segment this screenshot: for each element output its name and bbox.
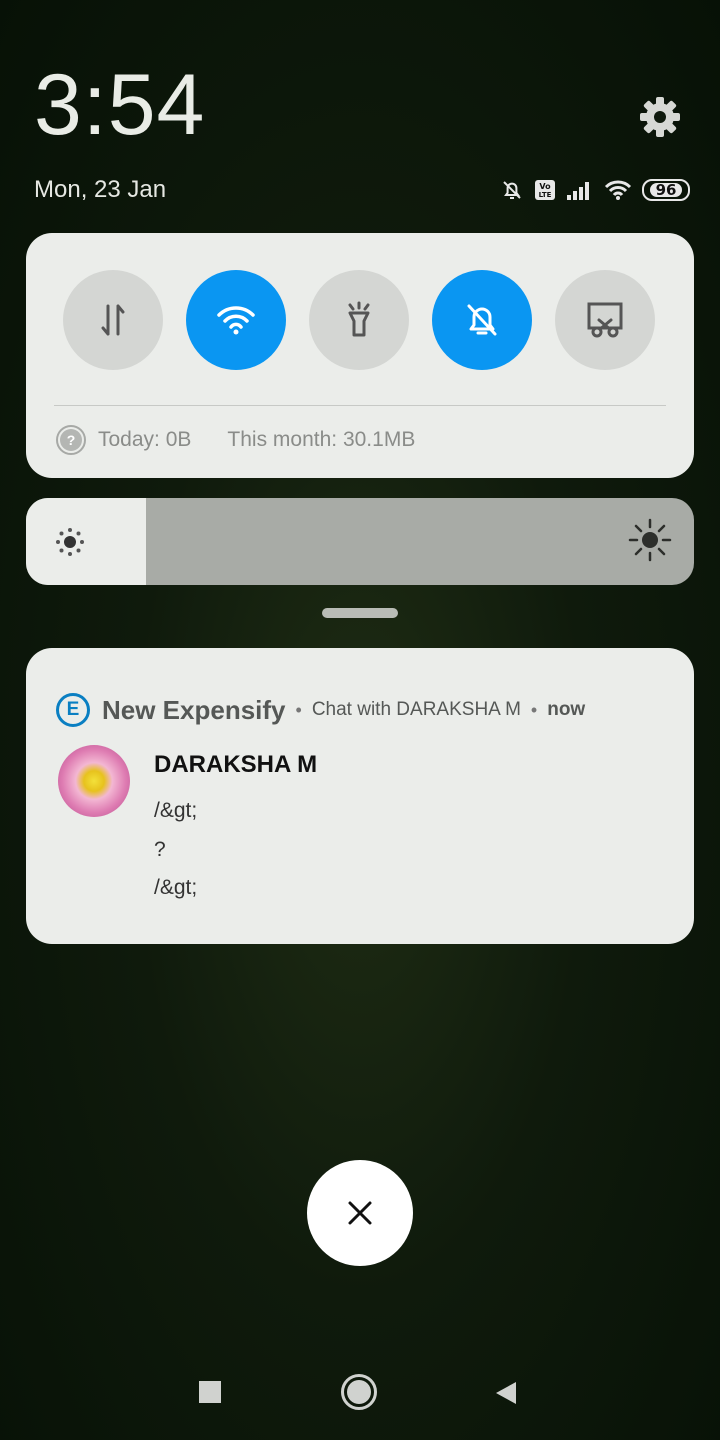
volte-icon: Vo LTE — [535, 180, 555, 200]
brightness-high-icon — [628, 518, 672, 562]
wifi-toggle[interactable] — [186, 270, 286, 370]
app-name: New Expensify — [102, 694, 286, 725]
notification-subtitle: Chat with DARAKSHA M — [311, 699, 521, 720]
status-bar: Vo LTE 96 — [500, 176, 690, 204]
help-icon: ? — [56, 425, 86, 455]
expensify-app-icon: E — [56, 693, 90, 727]
notification-time: now — [547, 699, 586, 720]
flashlight-icon — [348, 301, 370, 337]
settings-gear-icon[interactable] — [636, 93, 684, 141]
notification-card[interactable]: E New Expensify • Chat with DARAKSHA M •… — [26, 648, 694, 944]
svg-text:Vo: Vo — [539, 182, 551, 191]
brightness-low-icon — [56, 528, 84, 556]
data-usage-today: Today: 0B — [98, 428, 192, 451]
battery-level: 96 — [649, 183, 683, 198]
battery-icon: 96 — [642, 179, 690, 201]
avatar — [58, 745, 130, 817]
quick-settings-tiles — [63, 270, 655, 370]
notification-header: E New Expensify • Chat with DARAKSHA M •… — [56, 693, 585, 727]
bell-off-icon — [467, 304, 497, 336]
drag-handle[interactable] — [322, 608, 398, 618]
clear-all-button[interactable] — [307, 1160, 413, 1266]
home-button[interactable] — [341, 1374, 377, 1410]
sender-name: DARAKSHA M — [154, 751, 318, 778]
close-icon — [348, 1201, 372, 1225]
wifi-icon — [217, 306, 255, 335]
message-line: /&gt; — [154, 876, 198, 899]
back-button[interactable] — [494, 1380, 518, 1406]
message-lines: /&gt; ? /&gt; — [154, 792, 197, 908]
wifi-icon — [604, 180, 632, 200]
screenshot-toggle[interactable] — [555, 270, 655, 370]
flashlight-toggle[interactable] — [309, 270, 409, 370]
data-usage-month: This month: 30.1MB — [227, 428, 416, 451]
separator-dot: • — [295, 699, 302, 720]
scissors-icon — [587, 302, 623, 338]
mobile-data-toggle[interactable] — [63, 270, 163, 370]
data-transfer-icon — [101, 304, 125, 336]
message-line: /&gt; — [154, 799, 198, 822]
data-usage[interactable]: ? Today: 0B This month: 30.1MB — [56, 425, 415, 455]
svg-text:LTE: LTE — [539, 191, 552, 199]
bell-off-icon — [503, 181, 521, 199]
divider — [54, 405, 666, 406]
separator-dot: • — [530, 699, 538, 720]
signal-icon — [567, 182, 589, 200]
recents-button[interactable] — [199, 1381, 221, 1403]
quick-settings-panel: ? Today: 0B This month: 30.1MB — [26, 233, 694, 478]
brightness-slider[interactable] — [26, 498, 694, 585]
message-line: ? — [154, 837, 166, 861]
date: Mon, 23 Jan — [34, 176, 167, 203]
mute-toggle[interactable] — [432, 270, 532, 370]
clock: 3:54 — [34, 57, 206, 153]
